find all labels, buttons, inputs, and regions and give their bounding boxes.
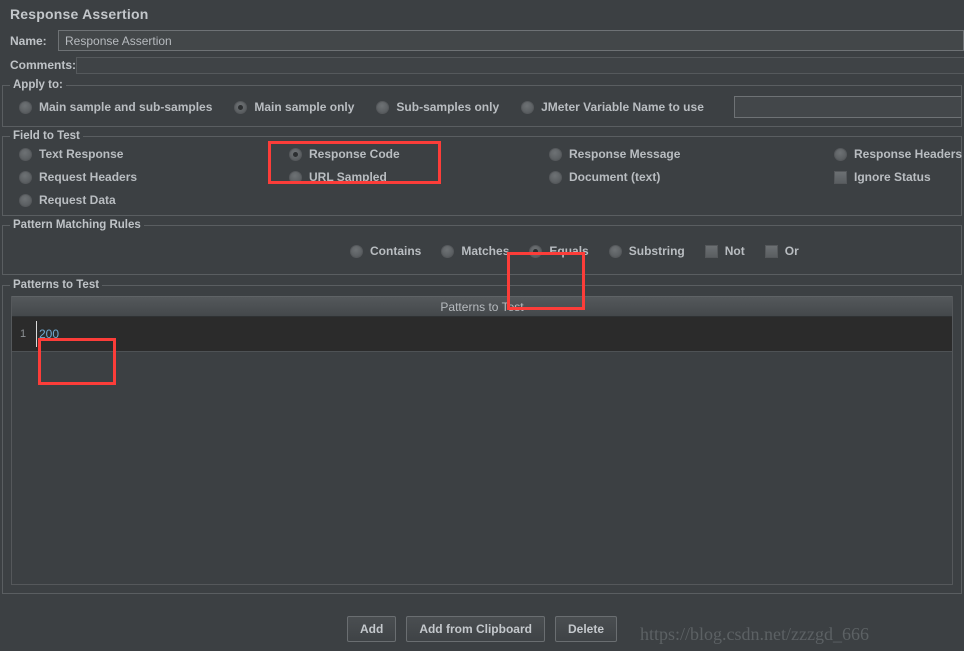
radio-response-headers[interactable]: Response Headers [834,147,962,161]
option-label: Response Message [569,147,681,161]
option-label: Contains [370,244,422,258]
add-button[interactable]: Add [346,616,397,642]
radio-icon [19,100,32,114]
option-label: Not [724,244,745,258]
field-grid-spacer [549,193,834,207]
option-label: Response Headers [854,147,963,161]
delete-button[interactable]: Delete [554,616,618,642]
jmeter-variable-name-input[interactable] [733,96,961,118]
patterns-table-empty-area[interactable] [12,352,952,584]
radio-jmeter-variable-name[interactable]: JMeter Variable Name to use [521,100,704,114]
option-label: Text Response [39,147,124,161]
option-label: Or [784,244,799,258]
option-label: Ignore Status [854,170,931,184]
pattern-value-input[interactable]: 200 [34,317,952,351]
button-bar: Add Add from Clipboard Delete [0,616,964,642]
option-label: Matches [461,244,510,258]
option-label: JMeter Variable Name to use [541,100,704,114]
option-label: Request Headers [39,170,138,184]
name-row: Name: Response Assertion [0,28,964,54]
radio-icon [549,147,562,161]
comments-row: Comments: [0,54,964,76]
radio-main-sample-only[interactable]: Main sample only [234,100,354,114]
radio-icon [376,100,390,114]
comments-label: Comments: [10,58,77,72]
radio-matches[interactable]: Matches [441,244,509,258]
option-label: Request Data [39,193,116,207]
text-caret [36,321,37,347]
radio-request-data[interactable]: Request Data [19,193,289,207]
name-label: Name: [10,34,47,48]
pattern-matching-rules-group-title: Pattern Matching Rules [10,219,144,231]
radio-icon [19,193,32,207]
pattern-matching-rules-group: Pattern Matching Rules Contains Matches … [2,219,962,275]
radio-icon-selected [289,147,302,161]
radio-icon [441,244,455,258]
radio-icon-selected [529,244,543,258]
option-label: Substring [628,244,685,258]
field-to-test-options: Text Response Response Code Response Mes… [3,147,962,207]
radio-substring[interactable]: Substring [608,244,685,258]
option-label: Response Code [309,147,400,161]
patterns-table-column-header[interactable]: Patterns to Test [12,296,952,317]
field-to-test-group: Field to Test Text Response Response Cod… [2,130,962,216]
option-label: Sub-samples only [396,100,500,114]
radio-icon [289,170,302,184]
row-number: 1 [12,317,34,351]
radio-main-sample-and-sub-samples[interactable]: Main sample and sub-samples [19,100,212,114]
radio-icon [549,170,562,184]
apply-to-group: Apply to: Main sample and sub-samples Ma… [2,79,962,127]
patterns-to-test-group-title: Patterns to Test [10,279,103,291]
table-row[interactable]: 1 200 [12,317,952,352]
radio-contains[interactable]: Contains [350,244,421,258]
checkbox-icon [834,170,847,184]
name-input[interactable]: Response Assertion [58,30,964,51]
apply-to-options: Main sample and sub-samples Main sample … [3,96,961,118]
radio-sub-samples-only[interactable]: Sub-samples only [376,100,499,114]
radio-equals[interactable]: Equals [529,244,589,258]
radio-text-response[interactable]: Text Response [19,147,289,161]
checkbox-or[interactable]: Or [764,244,799,258]
option-label: Main sample and sub-samples [39,100,213,114]
option-label: Main sample only [254,100,355,114]
field-to-test-group-title: Field to Test [10,130,83,142]
pattern-value-text: 200 [39,327,60,341]
radio-request-headers[interactable]: Request Headers [19,170,289,184]
patterns-table: Patterns to Test 1 200 [11,296,953,585]
radio-icon [19,170,32,184]
radio-icon [350,244,363,258]
add-from-clipboard-button[interactable]: Add from Clipboard [406,616,545,642]
checkbox-not[interactable]: Not [704,244,745,258]
radio-icon [608,244,622,258]
apply-to-group-title: Apply to: [10,79,66,91]
radio-icon-selected [234,100,248,114]
radio-document-text[interactable]: Document (text) [549,170,834,184]
radio-icon [834,147,847,161]
option-label: Equals [549,244,589,258]
pattern-matching-rules-options: Contains Matches Equals Substring Not Or [3,236,961,266]
option-label: URL Sampled [309,170,387,184]
radio-response-message[interactable]: Response Message [549,147,834,161]
checkbox-icon [764,244,778,258]
radio-url-sampled[interactable]: URL Sampled [289,170,549,184]
comments-input[interactable] [76,57,964,74]
title-bar: Response Assertion [0,0,964,28]
radio-icon [19,147,32,161]
radio-icon [521,100,535,114]
checkbox-ignore-status[interactable]: Ignore Status [834,170,962,184]
page-title: Response Assertion [10,6,149,22]
field-grid-spacer [834,193,962,207]
radio-response-code[interactable]: Response Code [289,147,549,161]
field-grid-spacer [289,193,549,207]
option-label: Document (text) [569,170,661,184]
checkbox-icon [704,244,718,258]
patterns-to-test-group: Patterns to Test Patterns to Test 1 200 [2,279,962,594]
